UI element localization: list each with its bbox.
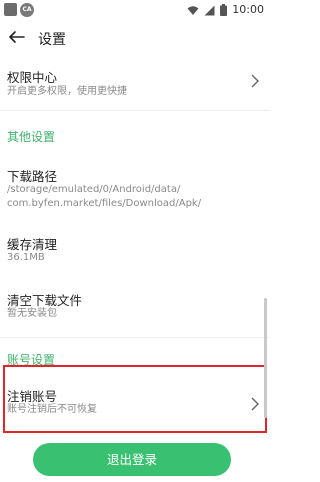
status-time: 10:00 bbox=[232, 3, 264, 16]
clear-downloads-subtitle: 暂无安装包 bbox=[7, 308, 57, 319]
section-divider bbox=[0, 337, 270, 338]
back-button[interactable] bbox=[4, 24, 30, 50]
chevron-right-icon bbox=[251, 74, 259, 88]
page-title: 设置 bbox=[38, 32, 66, 48]
logout-button[interactable]: 退出登录 bbox=[33, 443, 231, 476]
cache-size-text: 36.1MB bbox=[7, 252, 45, 263]
download-path-item[interactable]: 下载路径 /storage/emulated/0/Android/data/ c… bbox=[0, 160, 270, 216]
download-path-line2: com.byfen.market/files/Download/Apk/ bbox=[7, 198, 202, 209]
cache-clear-item[interactable]: 缓存清理 36.1MB bbox=[0, 228, 270, 268]
app-bar: 设置 bbox=[0, 20, 270, 56]
wifi-icon bbox=[187, 5, 199, 15]
section-header-other: 其他设置 bbox=[7, 130, 56, 144]
permission-center-subtitle: 开启更多权限，使用更快捷 bbox=[7, 86, 127, 97]
scrollbar[interactable] bbox=[264, 298, 267, 418]
arrow-left-icon bbox=[9, 31, 25, 43]
permission-center-item[interactable]: 权限中心 开启更多权限，使用更快捷 bbox=[0, 60, 270, 104]
notification-icon bbox=[4, 3, 17, 16]
status-bar: CA 10:00 bbox=[0, 0, 270, 20]
highlight-box bbox=[3, 365, 267, 433]
download-path-line1: /storage/emulated/0/Android/data/ bbox=[7, 184, 181, 195]
section-divider bbox=[0, 110, 270, 111]
cell-signal-icon bbox=[204, 5, 215, 15]
app-badge-icon: CA bbox=[20, 3, 34, 17]
battery-icon bbox=[220, 4, 228, 16]
permission-center-title: 权限中心 bbox=[7, 70, 58, 85]
clear-downloads-item[interactable]: 清空下载文件 暂无安装包 bbox=[0, 284, 270, 324]
